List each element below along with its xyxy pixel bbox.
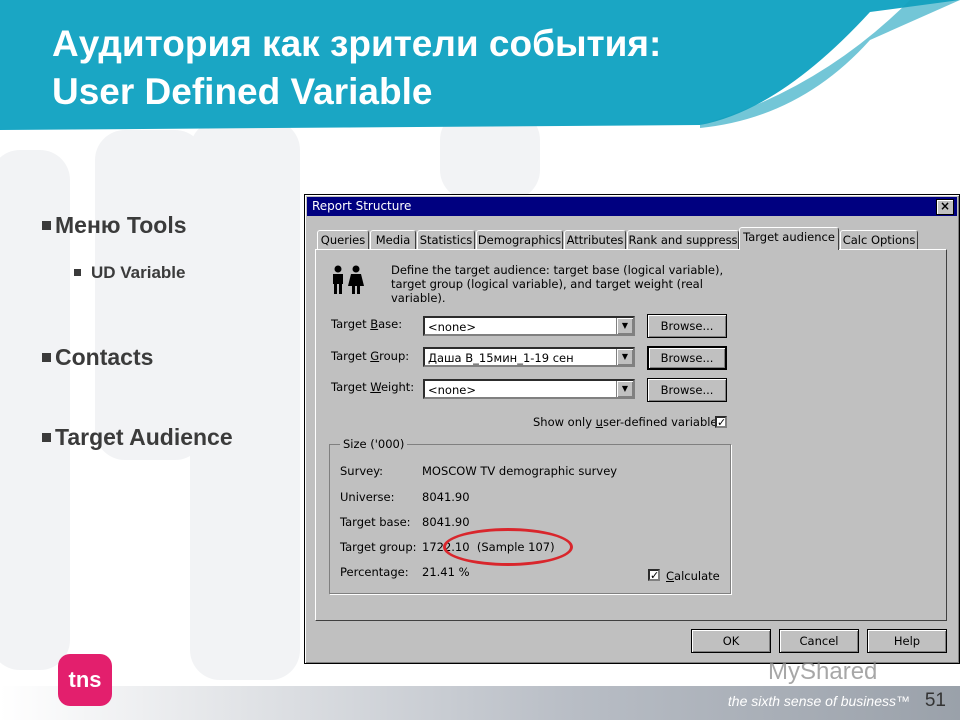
bullet-item: Меню Tools	[42, 212, 187, 239]
bullet-square-icon	[42, 221, 51, 230]
cancel-button[interactable]: Cancel	[779, 629, 859, 653]
universe-value: 8041.90	[422, 490, 470, 504]
percentage-label: Percentage:	[340, 565, 409, 579]
calculate-checkbox[interactable]: ✓	[648, 569, 660, 581]
target-base-label: Target Base:	[331, 317, 403, 331]
slide-title-line-2: User Defined Variable	[52, 71, 433, 112]
dialog-titlebar[interactable]: Report Structure ×	[307, 197, 957, 216]
show-only-user-defined-label: Show only user-defined variables	[533, 415, 724, 429]
tns-logo: tns	[58, 654, 112, 706]
tab-target-audience[interactable]: Target audience	[739, 227, 839, 250]
target-base-value: <none>	[428, 320, 476, 334]
bullet-item: UD Variable	[74, 263, 186, 283]
bullet-item: Contacts	[42, 344, 153, 371]
slide-title: Аудитория как зрители события: User Defi…	[52, 20, 661, 116]
target-group-size-label: Target group:	[340, 540, 417, 554]
percentage-value: 21.41 %	[422, 565, 470, 579]
watermark: MyShared	[768, 658, 878, 685]
page-number: 51	[924, 690, 946, 711]
target-base-size-value: 8041.90	[422, 515, 470, 529]
bullet-text: Target Audience	[55, 424, 233, 450]
background-shape	[190, 120, 300, 680]
bullet-item: Target Audience	[42, 424, 233, 451]
report-structure-dialog: Report Structure × Queries Media Statist…	[304, 194, 960, 664]
size-group-title: Size ('000)	[340, 437, 408, 451]
tab-demographics[interactable]: Demographics	[476, 230, 563, 249]
survey-value: MOSCOW TV demographic survey	[422, 464, 618, 478]
browse-target-base-button[interactable]: Browse...	[647, 314, 727, 338]
target-group-value: Даша В_15мин_1-19 сен	[428, 351, 574, 365]
close-button[interactable]: ×	[936, 199, 954, 215]
target-weight-select[interactable]: <none> ▼	[423, 379, 635, 399]
slide-title-line-1: Аудитория как зрители события:	[52, 23, 662, 64]
target-weight-value: <none>	[428, 383, 476, 397]
dropdown-arrow-icon[interactable]: ▼	[616, 381, 633, 397]
ok-button[interactable]: OK	[691, 629, 771, 653]
highlight-ellipse	[443, 528, 573, 566]
dropdown-arrow-icon[interactable]: ▼	[616, 349, 633, 365]
target-base-select[interactable]: <none> ▼	[423, 316, 635, 336]
browse-target-weight-button[interactable]: Browse...	[647, 378, 727, 402]
tab-media[interactable]: Media	[370, 230, 416, 249]
target-group-select[interactable]: Даша В_15мин_1-19 сен ▼	[423, 347, 635, 367]
calculate-label: Calculate	[666, 569, 720, 583]
bullet-square-icon	[42, 433, 51, 442]
tab-attributes[interactable]: Attributes	[564, 230, 626, 249]
target-group-label: Target Group:	[331, 349, 410, 363]
target-base-size-label: Target base:	[340, 515, 411, 529]
description-text: Define the target audience: target base …	[391, 263, 724, 305]
tab-calc-options[interactable]: Calc Options	[840, 230, 918, 249]
background-shape	[95, 130, 205, 460]
people-icon	[333, 265, 364, 294]
size-groupbox: Size ('000) Survey: MOSCOW TV demographi…	[329, 437, 731, 594]
tagline: the sixth sense of business™	[727, 693, 910, 709]
bullet-square-icon	[74, 269, 81, 276]
show-only-user-defined-checkbox[interactable]: ✓	[715, 416, 727, 428]
tab-statistics[interactable]: Statistics	[417, 230, 475, 249]
browse-target-group-button[interactable]: Browse...	[647, 346, 727, 370]
bullet-square-icon	[42, 353, 51, 362]
bullet-text: Contacts	[55, 344, 154, 370]
dialog-title: Report Structure	[312, 199, 412, 213]
tab-rank-and-suppress[interactable]: Rank and suppress	[627, 230, 739, 249]
universe-label: Universe:	[340, 490, 395, 504]
bullet-text: UD Variable	[91, 263, 186, 282]
target-weight-label: Target Weight:	[331, 380, 415, 394]
dropdown-arrow-icon[interactable]: ▼	[616, 318, 633, 334]
tab-queries[interactable]: Queries	[317, 230, 369, 249]
help-button[interactable]: Help	[867, 629, 947, 653]
bullet-text: Меню Tools	[55, 212, 187, 238]
survey-label: Survey:	[340, 464, 384, 478]
